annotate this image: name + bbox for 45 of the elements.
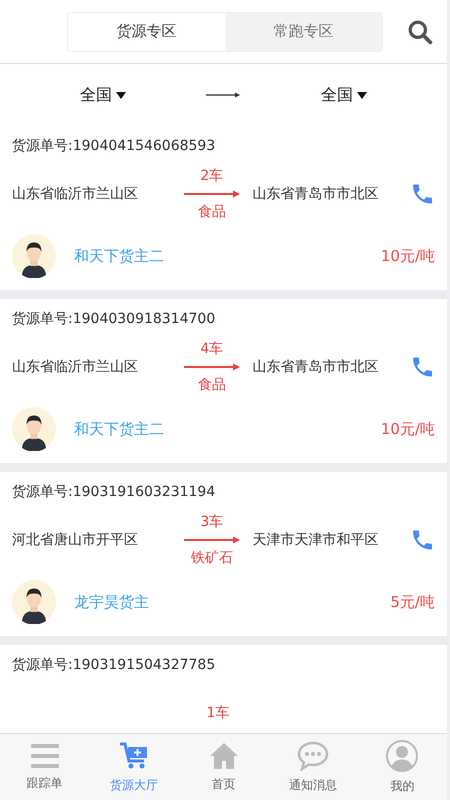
nav-tab[interactable]: 货源大厅 (89, 734, 179, 800)
price: 10元/吨 (380, 420, 435, 438)
route-arrow-icon (184, 190, 240, 198)
home-icon (208, 742, 239, 770)
user-icon (386, 740, 418, 772)
origin-text: 山东省临沂市兰山区 (12, 185, 139, 203)
search-icon[interactable] (407, 18, 433, 44)
avatar-icon (12, 407, 56, 451)
destination-text: 天津市天津市和平区 (252, 531, 380, 549)
avatar-icon (12, 580, 56, 624)
goods-type: 食品 (198, 204, 226, 220)
price: 5元/吨 (390, 592, 435, 612)
nav-tab[interactable]: 首页 (178, 734, 268, 800)
cargo-card[interactable]: 货源单号:1904030918314700 山东省临沂市兰山区 4车 食品 山东省青岛市市北区 和天下货主二 10元/吨 (0, 299, 447, 463)
cargo-card[interactable]: 货源单号:1904041546068593 山东省临沂市兰山区 2车 食品 山东省青岛市市北区 和天下货主二 10元/吨 (0, 126, 447, 290)
chat-bubble-icon (296, 740, 329, 770)
nav-tab[interactable]: 通知消息 (268, 734, 358, 800)
goods-type: 铁矿石 (190, 550, 233, 566)
vehicle-count: 3车 (200, 514, 224, 530)
route-arrow-icon (184, 363, 240, 371)
cart-plus-icon (119, 740, 150, 770)
destination-text: 山东省青岛市市北区 (252, 358, 380, 376)
cargo-card[interactable]: 货源单号:1903191603231194 河北省唐山市开平区 3车 铁矿石 天津市天津市和平区 龙宇昊货主 5元/吨 (0, 472, 447, 636)
order-number: 货源单号:1904030918314700 (12, 310, 216, 329)
vehicle-count: 1车 (206, 705, 230, 721)
nav-tab[interactable]: 跟踪单 (0, 734, 90, 800)
destination-text: 山东省青岛市市北区 (252, 185, 380, 203)
origin-text: 山东省临沂市兰山区 (12, 358, 139, 376)
order-number: 货源单号:1903191603231194 (12, 483, 216, 502)
route-arrow-icon (184, 536, 240, 544)
origin-dropdown[interactable]: 全国 (80, 84, 126, 106)
cargo-card[interactable]: 货源单号:1903191504327785 1车 (0, 645, 447, 733)
vehicle-count: 4车 (200, 341, 224, 357)
nav-tab[interactable]: 我的 (358, 734, 447, 800)
menu-icon (30, 742, 59, 768)
tab[interactable]: 常跑专区 (225, 12, 382, 50)
order-number: 货源单号:1903191504327785 (12, 656, 216, 675)
goods-type: 食品 (198, 377, 226, 393)
arrow-icon (206, 92, 240, 98)
order-number: 货源单号:1904041546068593 (12, 137, 216, 156)
destination-dropdown[interactable]: 全国 (320, 84, 367, 106)
origin-text: 河北省唐山市开平区 (12, 531, 139, 549)
price: 10元/吨 (380, 246, 435, 266)
vehicle-count: 2车 (200, 168, 224, 184)
avatar-icon (12, 234, 56, 278)
